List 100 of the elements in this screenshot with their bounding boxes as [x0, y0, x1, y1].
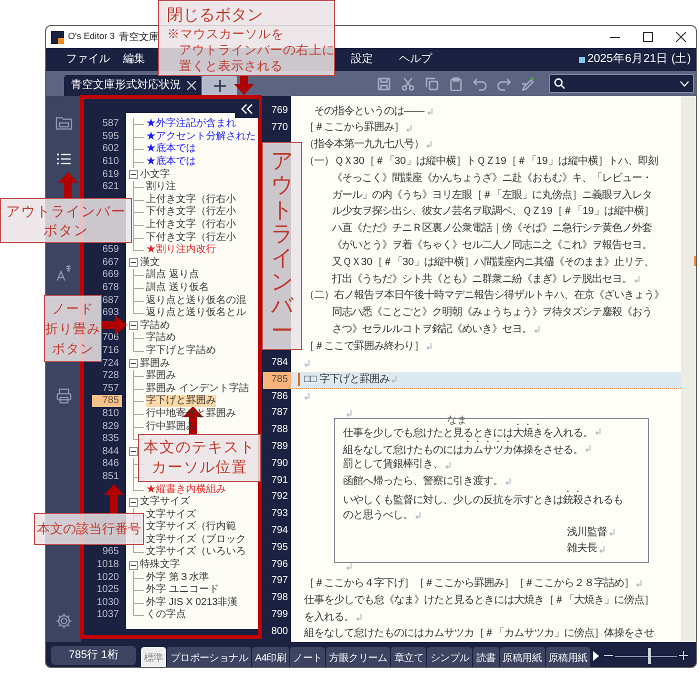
collapse-button[interactable]	[129, 170, 138, 180]
chevron-down-icon[interactable]	[680, 80, 689, 86]
text-line: 同志ハ悉《ことごと》ク明朝《みょうちょう》ヲ待タズシテ鏖殺《おう	[332, 305, 652, 320]
collapse-button[interactable]	[129, 560, 138, 570]
text-line: 函館へ帰ったら、警察に引き渡す。	[343, 474, 503, 490]
outline-item[interactable]: 返り点と送り仮名とル	[146, 307, 246, 320]
outline-item[interactable]: 下付き文字（行左小	[146, 232, 236, 244]
outline-item[interactable]: ★底本では	[146, 156, 196, 168]
callout-label: 折り畳み	[45, 320, 101, 338]
outline-item[interactable]: 罫囲み	[146, 370, 176, 382]
outline-node[interactable]: 漢文	[140, 256, 160, 269]
scrollbar[interactable]	[681, 96, 696, 642]
style-tab[interactable]: A4印刷	[252, 647, 290, 667]
outline-item[interactable]: ★外字注記が含まれ	[146, 118, 236, 130]
menu-item[interactable]: ヘルプ	[399, 51, 432, 68]
search-field[interactable]	[549, 74, 694, 93]
scroll-right-icon[interactable]	[593, 650, 600, 660]
callout-label: アウトラインバー	[271, 149, 293, 343]
outline-item[interactable]: 外字 JIS X 0213非漢	[146, 596, 238, 609]
new-tab-button[interactable]	[202, 75, 237, 96]
callout-label: カーソル位置	[152, 458, 248, 478]
line-number: 965	[101, 546, 120, 558]
line-number: 595	[101, 130, 120, 143]
outline-item[interactable]: 文字サイズ（いろいろ	[146, 546, 246, 558]
close-icon[interactable]	[676, 32, 686, 42]
app-name: O's Editor 3	[68, 30, 115, 44]
outline-item[interactable]: 文字サイズ	[146, 508, 196, 521]
style-tab[interactable]: プロポーショナル	[167, 647, 252, 667]
collapse-button[interactable]	[129, 321, 138, 330]
style-tab[interactable]: ノート	[290, 647, 326, 667]
menu-item[interactable]: 設定	[351, 51, 373, 68]
line-number: 770	[270, 120, 289, 135]
line-number: 786	[270, 390, 289, 404]
collapse-button[interactable]	[129, 498, 138, 507]
redo-icon[interactable]	[497, 76, 511, 90]
text-line: □□ 字下げと罫囲み	[304, 372, 390, 387]
zoom-slider[interactable]	[615, 648, 678, 664]
copy-icon[interactable]	[425, 76, 439, 90]
settings-icon[interactable]	[54, 612, 72, 630]
callout-label: 閉じるボタン	[167, 6, 264, 26]
style-tab[interactable]: 原稿用紙	[546, 647, 590, 667]
outline-node[interactable]: 小文字	[140, 168, 170, 181]
line-number: 619	[101, 168, 120, 181]
outline-item[interactable]: 字下げと罫囲み	[146, 395, 216, 408]
maximize-icon[interactable]	[643, 32, 653, 42]
outline-item[interactable]: ★縦書き内横組み	[146, 484, 226, 496]
text-line: （一）ＱＸ30［＃「30」は縦中横］トＱＺ19［＃「19」は縦中横］トハ、即刻	[304, 154, 658, 170]
outline-item[interactable]: ★底本では	[146, 143, 196, 156]
outline-node[interactable]: 文字サイズ	[140, 496, 190, 508]
paste-icon[interactable]	[449, 76, 463, 90]
collapse-button[interactable]	[129, 447, 138, 456]
style-tab[interactable]: 章立て	[391, 647, 426, 667]
line-number: 687	[101, 294, 120, 307]
line-number: 678	[101, 282, 120, 294]
line-number: 659	[101, 244, 120, 256]
text-size-icon[interactable]	[54, 264, 72, 282]
folder-icon[interactable]	[54, 114, 72, 132]
outline-item[interactable]: くの字点	[146, 609, 186, 622]
cut-icon[interactable]	[401, 76, 415, 90]
pen-icon[interactable]	[521, 76, 535, 90]
outline-item[interactable]: 下付き文字（行左小	[146, 206, 236, 218]
outline-item[interactable]: 割り注	[146, 181, 176, 194]
save-icon[interactable]	[377, 76, 391, 90]
callout-note: 置くと表示される	[178, 58, 284, 74]
outline-item[interactable]: ★割り注内改行	[146, 244, 216, 256]
search-icon	[554, 78, 565, 89]
date-text: 2025年6月21日 (土)	[587, 52, 691, 67]
outline-node[interactable]: 罫囲み	[140, 358, 170, 370]
outline-item[interactable]: 上付き文字（行右小	[146, 194, 236, 206]
line-number: 728	[101, 370, 120, 382]
undo-icon[interactable]	[473, 76, 487, 90]
document-tab[interactable]: 青空文庫形式対応状況	[64, 75, 201, 96]
line-number: 669	[101, 269, 120, 282]
outline-item[interactable]: 文字サイズ（行内範	[146, 521, 236, 534]
outline-item[interactable]: 字詰め	[146, 332, 176, 344]
outline-item[interactable]: 上付き文字（行右小	[146, 219, 236, 232]
menu-item[interactable]: ファイル	[66, 51, 110, 68]
close-outline-button[interactable]	[235, 100, 259, 118]
outline-node[interactable]: 特殊文字	[140, 559, 180, 572]
outline-item[interactable]: 外字 第３水準	[146, 572, 209, 584]
style-tab[interactable]: 原稿用紙	[500, 647, 545, 667]
line-number: 693	[101, 307, 120, 320]
outline-item[interactable]: 字下げと字詰め	[146, 344, 216, 357]
outline-item[interactable]: 文字サイズ（ブロック	[146, 534, 246, 546]
slider-thumb[interactable]	[648, 648, 651, 664]
style-tab[interactable]: 方眼クリーム	[326, 647, 390, 667]
outline-item[interactable]: 外字 ユニコード	[146, 584, 219, 596]
outline-item[interactable]: 罫囲み インデント字詰	[146, 382, 249, 395]
style-tab[interactable]: シンプル	[427, 647, 472, 667]
outline-node[interactable]: 字詰め	[140, 320, 170, 332]
outline-item[interactable]: 訓点 送り仮名	[146, 282, 209, 294]
outline-item[interactable]: ★アクセント分解された	[146, 130, 256, 143]
collapse-button[interactable]	[129, 359, 138, 368]
collapse-button[interactable]	[129, 258, 138, 268]
style-tab[interactable]: 読書	[473, 647, 499, 667]
plus-icon[interactable]	[679, 651, 688, 660]
menu-item[interactable]: 編集	[123, 51, 145, 68]
outline-item[interactable]: 返り点と送り仮名の混	[146, 294, 246, 307]
printer-icon[interactable]	[54, 387, 72, 405]
outline-item[interactable]: 訓点 返り点	[146, 269, 199, 282]
